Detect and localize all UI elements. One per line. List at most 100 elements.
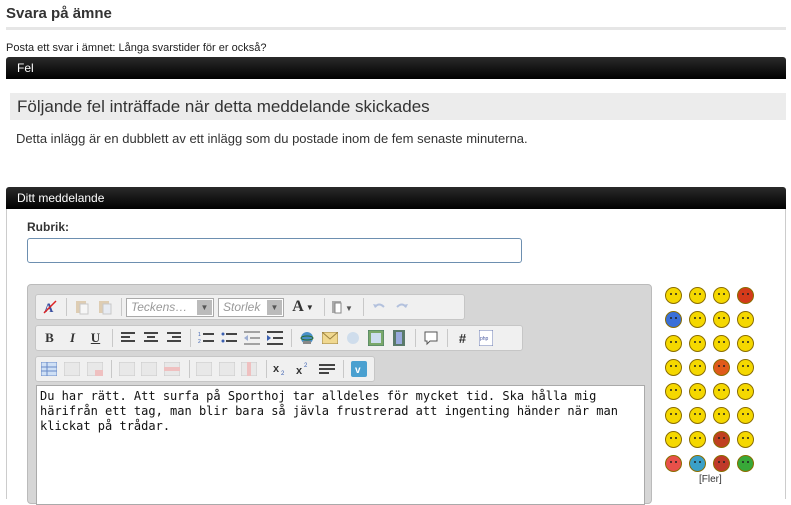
title-divider	[6, 27, 786, 30]
smiley-icon[interactable]	[737, 431, 754, 448]
smiley-icon[interactable]	[665, 431, 682, 448]
bold-button[interactable]: B	[39, 328, 60, 348]
bullet-list-icon[interactable]	[218, 328, 239, 348]
paste-word-icon[interactable]	[94, 297, 115, 317]
row-above-icon[interactable]	[116, 359, 137, 379]
vimeo-icon[interactable]: v	[348, 359, 369, 379]
align-left-icon[interactable]	[117, 328, 138, 348]
smiley-icon[interactable]	[737, 335, 754, 352]
toolbar-separator	[265, 360, 267, 378]
table-icon[interactable]	[39, 359, 60, 379]
toolbar-separator	[324, 298, 325, 316]
email-icon[interactable]	[319, 328, 340, 348]
remove-format-icon[interactable]: A	[39, 297, 60, 317]
smiley-icon[interactable]	[713, 407, 730, 424]
link-icon[interactable]	[296, 328, 317, 348]
undo-icon[interactable]	[368, 297, 389, 317]
video-icon[interactable]	[388, 328, 409, 348]
svg-text:v: v	[355, 365, 361, 376]
smiley-icon[interactable]	[737, 407, 754, 424]
italic-button[interactable]: I	[62, 328, 83, 348]
reply-topic-link[interactable]: Posta ett svar i ämnet: Långa svarstider…	[6, 42, 266, 54]
smiley-icon[interactable]	[689, 383, 706, 400]
smiley-icon[interactable]	[689, 287, 706, 304]
superscript-icon[interactable]: x2	[294, 359, 315, 379]
smiley-icon[interactable]	[665, 311, 682, 328]
clipboard-icon[interactable]: ▼	[329, 297, 357, 317]
toolbar-separator	[363, 298, 364, 316]
quote-icon[interactable]	[420, 328, 441, 348]
font-color-button[interactable]: A ▼	[288, 297, 318, 317]
horizontal-rule-icon[interactable]	[316, 359, 337, 379]
chevron-down-icon: ▼	[305, 302, 314, 312]
smiley-icon[interactable]	[689, 359, 706, 376]
smiley-icon[interactable]	[737, 455, 754, 472]
php-icon[interactable]: php	[475, 328, 496, 348]
svg-text:2: 2	[304, 363, 308, 369]
row-delete-icon[interactable]	[162, 359, 183, 379]
smiley-icon[interactable]	[713, 287, 730, 304]
smiley-icon[interactable]	[689, 431, 706, 448]
smiley-icon[interactable]	[737, 359, 754, 376]
col-before-icon[interactable]	[194, 359, 215, 379]
size-select[interactable]: Storlek ▼	[218, 297, 284, 317]
smiley-icon[interactable]	[665, 287, 682, 304]
underline-button[interactable]: U	[85, 328, 106, 348]
error-bar: Fel	[6, 57, 786, 79]
unlink-icon[interactable]	[342, 328, 363, 348]
smiley-icon[interactable]	[665, 407, 682, 424]
col-after-icon[interactable]	[216, 359, 237, 379]
smiley-icon[interactable]	[713, 311, 730, 328]
subscript-icon[interactable]: x2	[271, 359, 292, 379]
code-button[interactable]: #	[452, 328, 473, 348]
smiley-icon[interactable]	[713, 455, 730, 472]
toolbar-row-3: x2 x2 v	[35, 356, 375, 382]
smiley-icon[interactable]	[737, 383, 754, 400]
smiley-icon[interactable]	[689, 407, 706, 424]
chevron-down-icon: ▼	[197, 299, 212, 315]
smiley-icon[interactable]	[737, 311, 754, 328]
svg-text:1: 1	[198, 332, 201, 338]
table-row-icon[interactable]	[62, 359, 83, 379]
subject-input[interactable]	[27, 238, 522, 263]
subject-label: Rubrik:	[27, 220, 69, 234]
col-delete-icon[interactable]	[239, 359, 260, 379]
size-select-value: Storlek	[223, 300, 261, 314]
smiley-icon[interactable]	[689, 335, 706, 352]
smiley-icon[interactable]	[665, 455, 682, 472]
font-select[interactable]: Teckens… ▼	[126, 297, 214, 317]
table-delete-icon[interactable]	[85, 359, 106, 379]
font-select-value: Teckens…	[131, 300, 188, 314]
numbered-list-icon[interactable]: 12	[195, 328, 216, 348]
smiley-icon[interactable]	[737, 287, 754, 304]
smiley-icon[interactable]	[665, 335, 682, 352]
toolbar-row-1: A Teckens… ▼ Storlek ▼ A▼ ▼	[35, 294, 465, 320]
smiley-icon[interactable]	[665, 359, 682, 376]
redo-icon[interactable]	[391, 297, 412, 317]
indent-icon[interactable]	[264, 328, 285, 348]
toolbar-separator	[291, 329, 292, 347]
smiley-icon[interactable]	[665, 383, 682, 400]
message-editor: A Teckens… ▼ Storlek ▼ A▼ ▼	[27, 284, 652, 505]
outdent-icon[interactable]	[241, 328, 262, 348]
svg-text:2: 2	[198, 339, 201, 345]
svg-text:php: php	[480, 336, 489, 342]
smiley-icon[interactable]	[689, 455, 706, 472]
more-smilies-link[interactable]: [Fler]	[699, 474, 722, 485]
toolbar-separator	[415, 329, 416, 347]
paste-icon[interactable]	[71, 297, 92, 317]
svg-text:2: 2	[281, 371, 285, 376]
toolbar-separator	[190, 329, 191, 347]
image-icon[interactable]	[365, 328, 386, 348]
smiley-icon[interactable]	[713, 383, 730, 400]
smiley-icon[interactable]	[713, 431, 730, 448]
smiley-icon[interactable]	[713, 359, 730, 376]
row-below-icon[interactable]	[139, 359, 160, 379]
smiley-icon[interactable]	[713, 335, 730, 352]
toolbar-row-2: B I U 12 # php	[35, 325, 523, 351]
align-right-icon[interactable]	[163, 328, 184, 348]
svg-text:x: x	[296, 365, 303, 376]
align-center-icon[interactable]	[140, 328, 161, 348]
smiley-icon[interactable]	[689, 311, 706, 328]
message-textarea[interactable]: Du har rätt. Att surfa på Sporthoj tar a…	[36, 385, 645, 505]
